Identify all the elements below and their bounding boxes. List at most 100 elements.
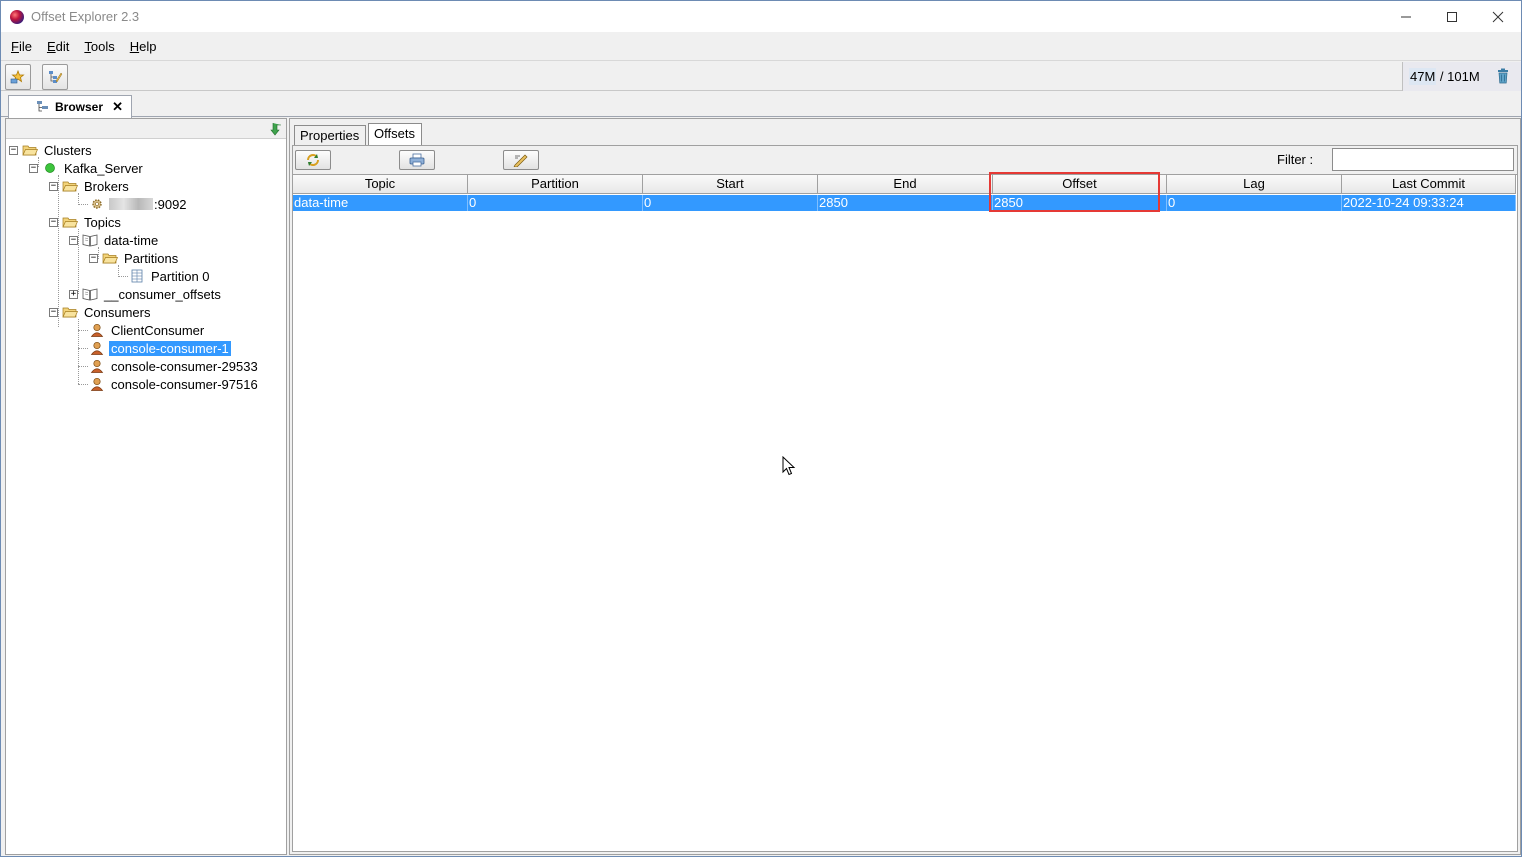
consumer-user-icon xyxy=(90,341,104,355)
partition-grid-icon xyxy=(131,269,143,283)
tree-node-consumer[interactable]: console-consumer-1 xyxy=(89,339,231,357)
edit-offsets-button[interactable] xyxy=(503,150,539,170)
maximize-icon xyxy=(1447,11,1457,22)
cell-partition: 0 xyxy=(468,195,643,211)
tree-label-consumer: console-consumer-97516 xyxy=(111,376,258,392)
tree-node-partition-0[interactable]: Partition 0 xyxy=(129,267,212,285)
tree-node-partitions[interactable]: − Partitions xyxy=(89,249,180,267)
tab-offsets[interactable]: Offsets xyxy=(368,123,422,146)
collapse-icon[interactable]: − xyxy=(29,163,38,173)
column-header-start[interactable]: Start xyxy=(643,175,818,194)
tree-node-topics[interactable]: − Topics xyxy=(49,213,123,231)
refresh-button[interactable] xyxy=(295,150,331,170)
menu-edit-label: dit xyxy=(55,38,70,54)
table-header: Topic Partition Start End Offset Lag Las… xyxy=(293,175,1516,194)
collapse-icon[interactable]: − xyxy=(69,235,78,245)
menu-help-mnemonic: H xyxy=(129,38,140,54)
tab-browser[interactable]: Browser ✕ xyxy=(8,95,132,118)
tree-view-button[interactable] xyxy=(42,64,68,90)
print-icon xyxy=(409,153,425,167)
collapse-icon[interactable]: − xyxy=(49,181,58,191)
tab-properties[interactable]: Properties xyxy=(294,125,366,146)
tree-label-consumer: console-consumer-29533 xyxy=(111,358,258,374)
tree-node-consumer[interactable]: console-consumer-97516 xyxy=(89,375,260,393)
menu-tools[interactable]: Tools xyxy=(84,39,114,54)
cell-start: 0 xyxy=(643,195,818,211)
column-header-offset[interactable]: Offset xyxy=(993,175,1167,194)
cell-lag: 0 xyxy=(1167,195,1342,211)
tree-node-consumer-offsets[interactable]: + __consumer_offsets xyxy=(69,285,223,303)
tree-node-topic-data-time[interactable]: − data-time xyxy=(69,231,160,249)
details-panel: Properties Offsets Filter : Topic Partit… xyxy=(289,118,1521,855)
edit-pencil-icon xyxy=(513,154,528,167)
column-header-end[interactable]: End xyxy=(818,175,993,194)
tree-node-broker-host[interactable]: :9092 xyxy=(89,195,187,213)
consumer-user-icon xyxy=(90,377,104,391)
cell-topic: data-time xyxy=(293,195,468,211)
column-header-partition[interactable]: Partition xyxy=(468,175,643,194)
memory-indicator[interactable]: 47M / 101M xyxy=(1402,62,1521,91)
tree-label-topics: Topics xyxy=(84,214,121,230)
folder-open-icon xyxy=(22,145,38,156)
column-header-lag[interactable]: Lag xyxy=(1167,175,1342,194)
collapse-icon[interactable]: − xyxy=(49,217,58,227)
folder-open-icon xyxy=(62,181,78,192)
tab-browser-label: Browser xyxy=(55,100,104,114)
tree-panel-header xyxy=(6,119,286,139)
title-bar: Offset Explorer 2.3 xyxy=(1,1,1521,32)
menu-help[interactable]: Help xyxy=(130,39,157,54)
offsets-content: Filter : Topic Partition Start End Offse… xyxy=(292,145,1518,852)
menu-file[interactable]: File xyxy=(11,39,32,54)
tree-label-clusters: Clusters xyxy=(44,142,92,158)
tree-node-server[interactable]: − Kafka_Server xyxy=(29,159,145,177)
offsets-table: Topic Partition Start End Offset Lag Las… xyxy=(293,172,1517,851)
cell-end: 2850 xyxy=(818,195,993,211)
folder-open-icon xyxy=(62,307,78,318)
menu-file-mnemonic: F xyxy=(11,38,19,54)
toolbar: 47M / 101M xyxy=(1,60,1521,91)
browser-tree-icon xyxy=(37,101,48,112)
garbage-collect-icon[interactable] xyxy=(1497,68,1509,84)
table-row[interactable]: data-time 0 0 2850 2850 0 2022-10-24 09:… xyxy=(293,195,1516,211)
tree-label-brokers: Brokers xyxy=(84,178,129,194)
tree-label-broker-port: :9092 xyxy=(154,196,187,212)
tree-node-consumer[interactable]: ClientConsumer xyxy=(89,321,206,339)
topic-book-icon xyxy=(82,288,98,301)
topic-book-icon xyxy=(82,234,98,247)
refresh-down-arrow-icon[interactable] xyxy=(270,122,282,136)
collapse-icon[interactable]: − xyxy=(9,145,18,155)
new-connection-button[interactable] xyxy=(5,64,31,90)
maximize-button[interactable] xyxy=(1429,1,1475,32)
tree-node-consumer[interactable]: console-consumer-29533 xyxy=(89,357,260,375)
close-tab-icon[interactable]: ✕ xyxy=(112,99,123,115)
tree-node-clusters[interactable]: − Clusters xyxy=(9,141,94,159)
column-header-topic[interactable]: Topic xyxy=(293,175,468,194)
consumer-user-icon xyxy=(90,359,104,373)
print-button[interactable] xyxy=(399,150,435,170)
folder-open-icon xyxy=(62,217,78,228)
filter-input[interactable] xyxy=(1332,148,1514,171)
close-window-button[interactable] xyxy=(1475,1,1521,32)
app-window: Offset Explorer 2.3 File Edit Tools Help xyxy=(0,0,1522,857)
connected-status-icon xyxy=(45,163,55,173)
menu-edit[interactable]: Edit xyxy=(47,39,69,54)
tree-label-consumer: ClientConsumer xyxy=(111,322,205,338)
collapse-icon[interactable]: − xyxy=(49,307,58,317)
window-title: Offset Explorer 2.3 xyxy=(31,9,140,24)
consumer-user-icon xyxy=(90,323,104,337)
cell-last-commit: 2022-10-24 09:33:24 xyxy=(1342,195,1516,211)
memory-separator: / xyxy=(1436,69,1448,84)
menu-tools-label: ools xyxy=(90,38,115,54)
tree-node-brokers[interactable]: − Brokers xyxy=(49,177,131,195)
expand-icon[interactable]: + xyxy=(69,289,78,299)
new-connection-icon xyxy=(10,69,25,84)
cell-offset[interactable]: 2850 xyxy=(993,195,1167,211)
minimize-button[interactable] xyxy=(1383,1,1429,32)
tree-node-consumers[interactable]: − Consumers xyxy=(49,303,152,321)
menu-file-label: ile xyxy=(18,38,32,54)
folder-open-icon xyxy=(102,253,118,264)
collapse-icon[interactable]: − xyxy=(89,253,98,263)
column-header-last-commit[interactable]: Last Commit xyxy=(1342,175,1516,194)
cluster-tree-panel: − Clusters − Kafka_Server − Brokers :909… xyxy=(5,118,287,855)
filter-label: Filter : xyxy=(1277,152,1314,167)
